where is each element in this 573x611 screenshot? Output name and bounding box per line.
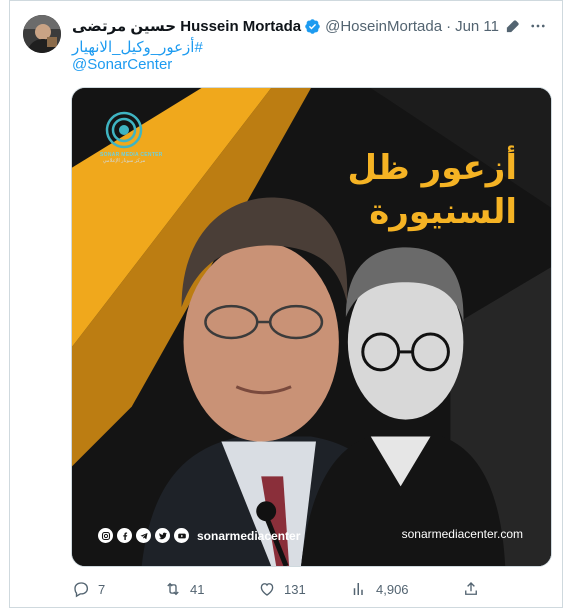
youtube-icon (174, 528, 189, 543)
facebook-icon (117, 528, 132, 543)
reply-button[interactable]: 7 (72, 580, 105, 598)
sonar-logo: SONAR MEDIA CENTER مركز سونار الإعلامي (100, 110, 162, 164)
twitter-icon (155, 528, 170, 543)
more-options-icon[interactable] (528, 17, 548, 35)
tweet-actions-bar: 7 41 131 4,906 (72, 579, 482, 599)
separator-dot: · (446, 17, 452, 35)
tweet-card[interactable]: حسين مرتضى Hussein Mortada @HoseinMortad… (9, 0, 563, 608)
share-button[interactable] (462, 580, 488, 598)
retweet-count: 41 (190, 581, 205, 597)
reply-icon (74, 582, 89, 598)
tweet-header: حسين مرتضى Hussein Mortada @HoseinMortad… (72, 15, 548, 37)
sonar-logo-icon (105, 111, 143, 149)
display-name-arabic: حسين مرتضى (72, 18, 177, 35)
logo-subtitle: مركز سونار الإعلامي (102, 158, 146, 164)
views-icon (353, 583, 363, 595)
retweet-button[interactable]: 41 (164, 580, 204, 598)
instagram-icon (98, 528, 113, 543)
verified-badge-icon (304, 18, 321, 35)
retweet-icon (167, 582, 179, 596)
views-button[interactable]: 4,906 (350, 580, 409, 598)
edit-icon[interactable] (505, 19, 520, 34)
display-name-english: Hussein Mortada (180, 18, 302, 35)
like-count: 131 (284, 581, 306, 597)
avatar[interactable] (23, 15, 61, 53)
telegram-icon (136, 528, 151, 543)
social-icons-row: sonarmediacenter (98, 528, 300, 543)
like-button[interactable]: 131 (258, 580, 306, 598)
hashtag-link[interactable]: #أزعور_وكيل_الانهيار (72, 38, 203, 56)
tweet-image[interactable]: SONAR MEDIA CENTER مركز سونار الإعلامي أ… (71, 87, 552, 567)
mention-link[interactable]: @SonarCenter (72, 56, 172, 73)
views-count: 4,906 (376, 581, 409, 597)
social-handle: sonarmediacenter (197, 528, 301, 543)
display-name[interactable]: حسين مرتضى Hussein Mortada (72, 17, 301, 35)
user-handle[interactable]: @HoseinMortada (325, 18, 442, 35)
website-url: sonarmediacenter.com (401, 527, 523, 541)
headline-line-1: أزعور ظل (347, 148, 517, 188)
heart-icon (260, 583, 274, 596)
reply-count: 7 (98, 581, 106, 597)
poster-headline: أزعور ظل السنيورة (347, 146, 517, 234)
tweet-date[interactable]: Jun 11 (455, 18, 499, 35)
share-icon (465, 582, 477, 595)
headline-line-2: السنيورة (369, 192, 517, 232)
